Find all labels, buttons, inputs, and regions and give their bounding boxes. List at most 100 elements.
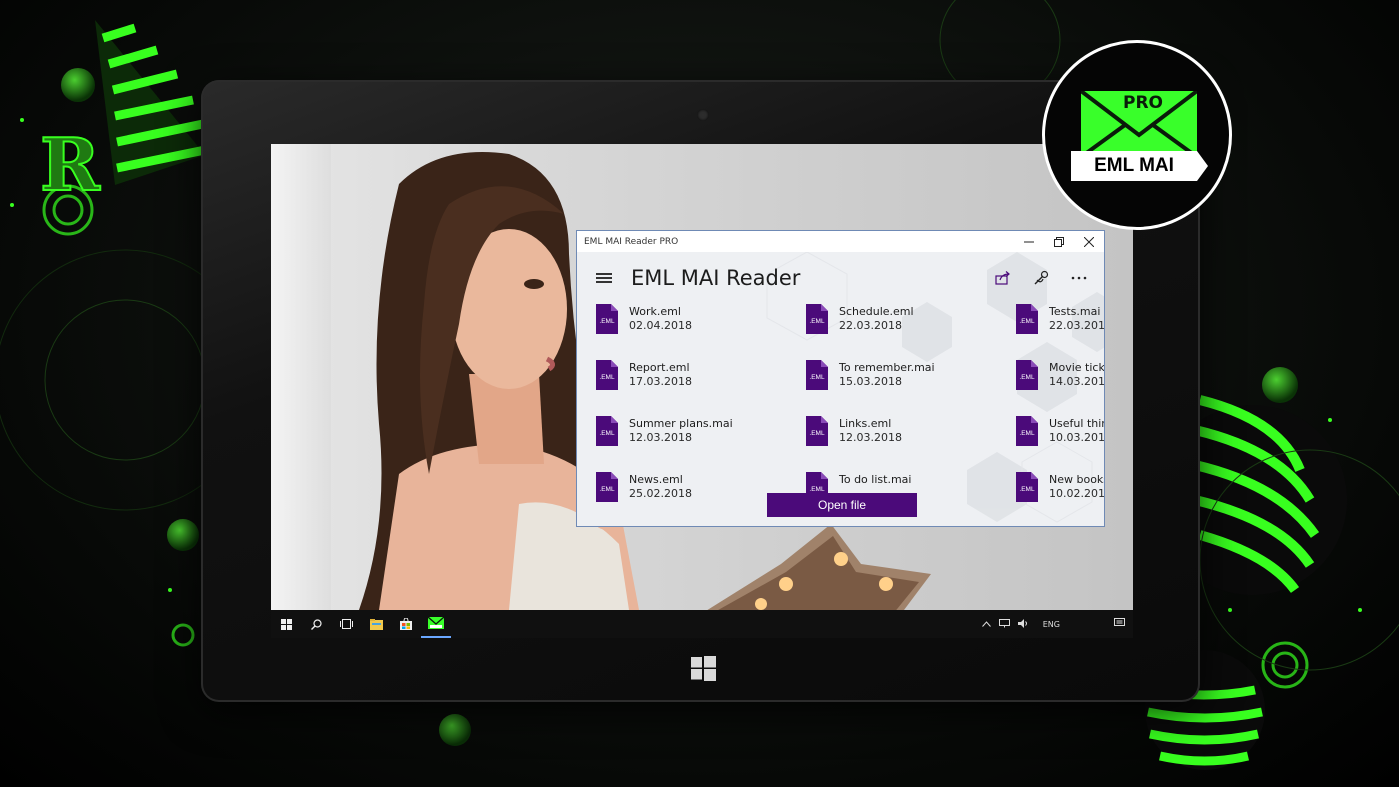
tray-network[interactable]: [995, 618, 1014, 630]
eml-file-icon: .EML: [806, 416, 828, 446]
badge-pro-text: PRO: [1123, 93, 1164, 113]
file-name: Report.eml: [629, 361, 690, 374]
app-window: EML MAI Reader PRO EML MAI Reader .EML W…: [576, 230, 1105, 527]
file-name: Schedule.eml: [839, 305, 914, 318]
file-item[interactable]: .EML Links.eml 12.03.2018: [806, 416, 1016, 472]
file-date: 25.02.2018: [629, 487, 692, 500]
tools-icon: [1034, 270, 1049, 285]
tray-language[interactable]: ENG: [1039, 620, 1064, 629]
camera-icon: [697, 109, 709, 121]
file-date: 12.03.2018: [839, 431, 902, 444]
file-item[interactable]: .EML New books10.02.2018: [1016, 472, 1105, 526]
file-item[interactable]: .EML Tests.mai22.03.2018: [1016, 304, 1105, 360]
file-date: 02.04.2018: [629, 319, 692, 332]
file-explorer-icon: [369, 618, 383, 630]
file-name: Tests.mai: [1049, 305, 1101, 318]
eml-file-icon: .EML: [596, 360, 618, 390]
restore-button[interactable]: [1044, 231, 1074, 252]
file-name: Useful thing: [1049, 417, 1104, 430]
eml-file-icon: .EML: [1016, 416, 1038, 446]
eml-file-icon: .EML: [1016, 304, 1038, 334]
network-icon: [998, 618, 1010, 627]
minimize-icon: [1024, 241, 1034, 242]
file-name: Links.eml: [839, 417, 892, 430]
file-date: 17.03.2018: [629, 375, 692, 388]
tray-volume[interactable]: [1014, 618, 1033, 630]
open-file-button[interactable]: Open file: [767, 493, 917, 517]
file-name: Movie ticke: [1049, 361, 1105, 374]
system-tray: ENG: [978, 610, 1133, 638]
file-item[interactable]: .EML To remember.mai 15.03.2018: [806, 360, 1016, 416]
file-date: 10.02.2018: [1049, 487, 1105, 500]
more-button[interactable]: [1060, 263, 1098, 293]
eml-file-icon: .EML: [596, 472, 618, 502]
svg-text:R: R: [40, 122, 101, 207]
file-name: News.eml: [629, 473, 683, 486]
eml-reader-taskbar-button[interactable]: [421, 610, 451, 638]
file-name: To do list.mai: [839, 473, 912, 486]
file-icon-label: .EML: [599, 318, 615, 325]
file-explorer-button[interactable]: [361, 610, 391, 638]
more-icon: [1071, 276, 1087, 280]
eml-file-icon: .EML: [806, 360, 828, 390]
file-name: New books: [1049, 473, 1105, 486]
file-name: To remember.mai: [839, 361, 935, 374]
volume-icon: [1017, 618, 1027, 628]
file-date: 10.03.2018: [1049, 431, 1105, 444]
share-icon: [995, 271, 1010, 285]
tray-chevron[interactable]: [978, 620, 995, 629]
task-view-icon: [339, 619, 353, 629]
badge-arrow: [1197, 151, 1208, 181]
file-item[interactable]: .EML Movie ticke14.03.2018: [1016, 360, 1105, 416]
file-icon-label: .EML: [1019, 486, 1035, 493]
minimize-button[interactable]: [1014, 231, 1044, 252]
store-button[interactable]: [391, 610, 421, 638]
close-button[interactable]: [1074, 231, 1104, 252]
windows-home-button-icon[interactable]: [691, 656, 716, 681]
eml-file-icon: .EML: [1016, 472, 1038, 502]
file-date: 14.03.2018: [1049, 375, 1105, 388]
file-item[interactable]: .EML Useful thing10.03.2018: [1016, 416, 1105, 472]
badge-label: EML MAI: [1071, 151, 1197, 181]
file-icon-label: .EML: [599, 430, 615, 437]
file-icon-label: .EML: [599, 374, 615, 381]
file-icon-label: .EML: [1019, 374, 1035, 381]
file-icon-label: .EML: [1019, 430, 1035, 437]
eml-file-icon: .EML: [596, 304, 618, 334]
tray-notifications[interactable]: [1110, 618, 1129, 630]
eml-file-icon: .EML: [806, 304, 828, 334]
file-icon-label: .EML: [599, 486, 615, 493]
file-item[interactable]: .EML Report.eml 17.03.2018: [596, 360, 806, 416]
window-title: EML MAI Reader PRO: [584, 236, 679, 247]
file-item[interactable]: .EML Work.eml 02.04.2018: [596, 304, 806, 360]
file-name: Summer plans.mai: [629, 417, 733, 430]
restore-icon: [1054, 236, 1064, 247]
file-date: 12.03.2018: [629, 431, 692, 444]
file-item[interactable]: .EML Summer plans.mai 12.03.2018: [596, 416, 806, 472]
app-header: EML MAI Reader: [577, 252, 1104, 304]
windows-taskbar: ENG: [271, 610, 1133, 638]
file-icon-label: .EML: [809, 374, 825, 381]
tools-button[interactable]: [1022, 263, 1060, 293]
search-button[interactable]: [301, 610, 331, 638]
chevron-up-icon: [981, 620, 991, 627]
share-button[interactable]: [984, 263, 1022, 293]
file-icon-label: .EML: [809, 486, 825, 493]
store-icon: [400, 618, 412, 630]
start-icon: [280, 618, 292, 630]
close-icon: [1084, 236, 1094, 247]
file-date: 22.03.2018: [1049, 319, 1105, 332]
search-icon: [310, 618, 322, 630]
file-date: 22.03.2018: [839, 319, 902, 332]
hamburger-icon[interactable]: [596, 273, 612, 283]
task-view-button[interactable]: [331, 610, 361, 638]
file-icon-label: .EML: [809, 430, 825, 437]
eml-file-icon: .EML: [596, 416, 618, 446]
app-title: EML MAI Reader: [631, 266, 801, 290]
file-item[interactable]: .EML Schedule.eml 22.03.2018: [806, 304, 1016, 360]
file-icon-label: .EML: [809, 318, 825, 325]
file-name: Work.eml: [629, 305, 681, 318]
start-button[interactable]: [271, 610, 301, 638]
eml-mai-pro-logo: PRO EML MAI: [1042, 40, 1232, 230]
window-titlebar[interactable]: EML MAI Reader PRO: [577, 231, 1104, 252]
